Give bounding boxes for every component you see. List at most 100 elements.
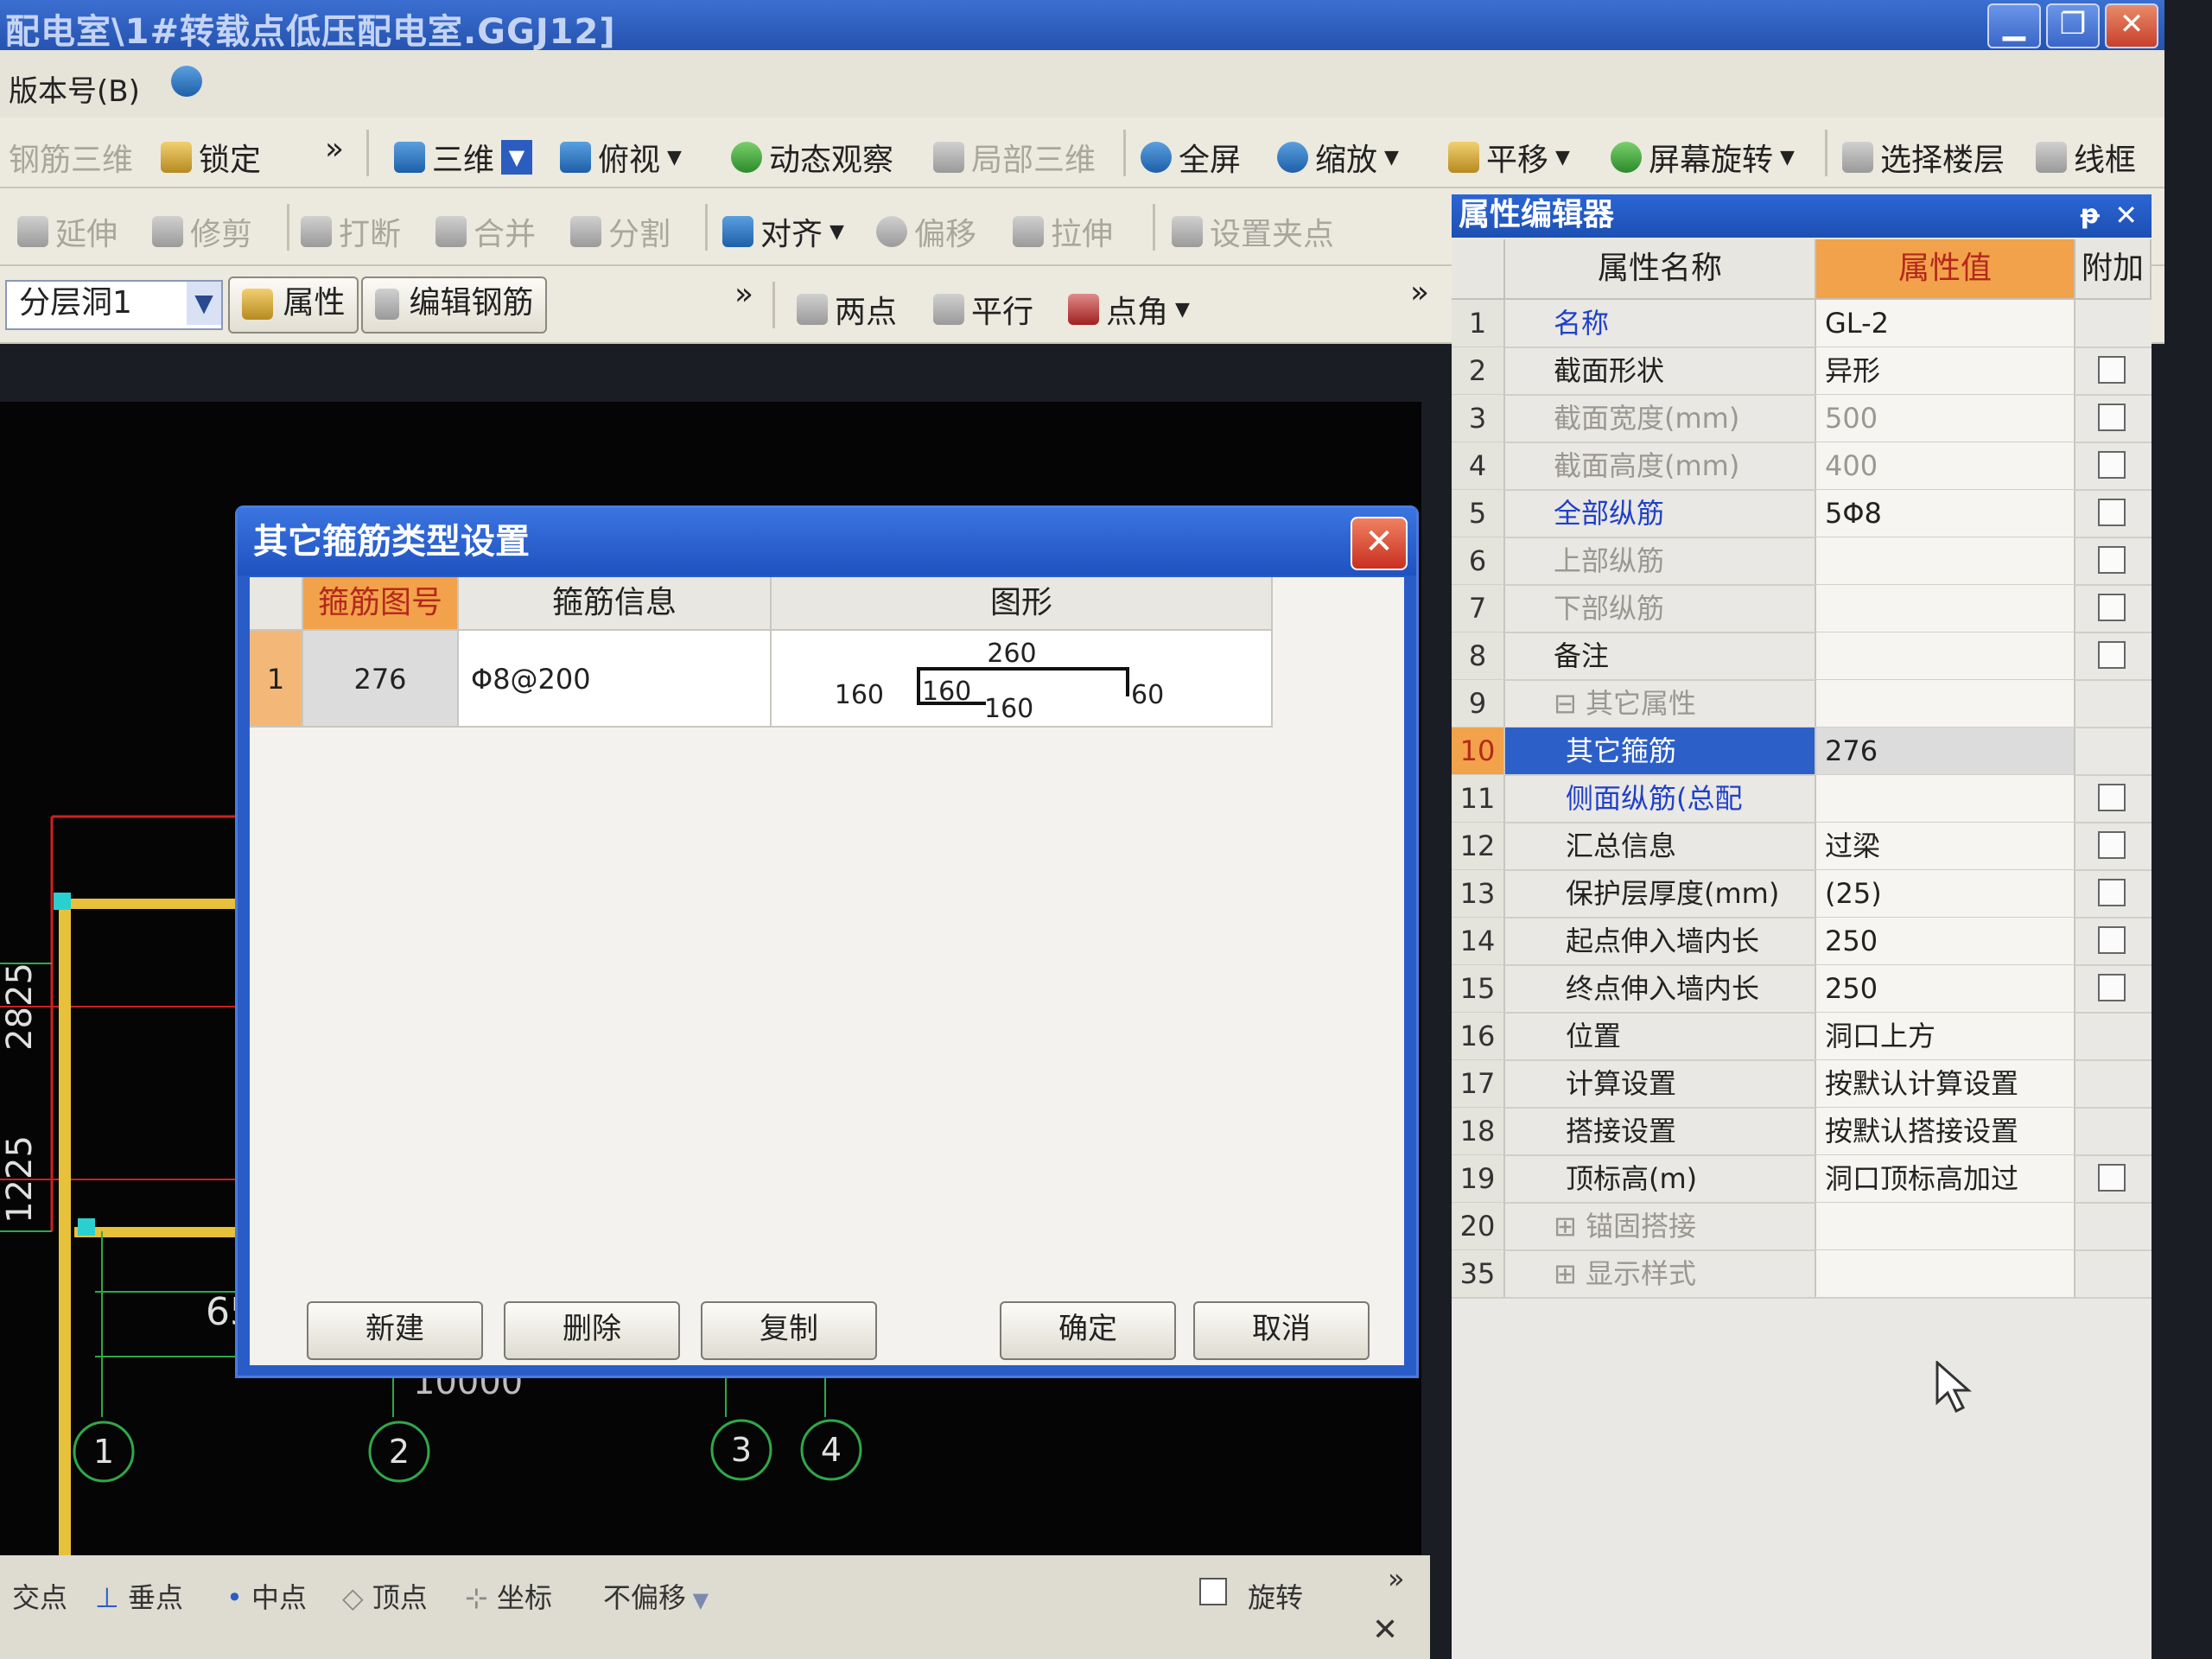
property-row[interactable]: 8 备注 bbox=[1452, 632, 2152, 681]
set-grip-button[interactable]: 设置夹点 bbox=[1172, 209, 1334, 254]
copy-button[interactable]: 复制 bbox=[701, 1301, 877, 1360]
screen-rotate-button[interactable]: 屏幕旋转 ▼ bbox=[1611, 135, 1795, 180]
figure-cell[interactable]: 260 160 160 160 60 bbox=[772, 631, 1273, 728]
property-value[interactable] bbox=[1816, 1203, 2075, 1249]
fullscreen-button[interactable]: 全屏 bbox=[1141, 135, 1241, 180]
toolbar-more[interactable]: » bbox=[1410, 275, 1429, 310]
snap-perpendicular[interactable]: ⊥ 垂点 bbox=[95, 1576, 183, 1616]
property-row[interactable]: 5 全部纵筋 5Φ8 bbox=[1452, 490, 2152, 538]
property-row[interactable]: 10 其它箍筋 276 bbox=[1452, 728, 2152, 776]
layer-combo[interactable]: 分层洞1 ▼ bbox=[5, 280, 223, 330]
split-button[interactable]: 分割 bbox=[570, 209, 671, 254]
property-row[interactable]: 3 截面宽度(mm) 500 bbox=[1452, 395, 2152, 443]
property-row[interactable]: 16 位置 洞口上方 bbox=[1452, 1013, 2152, 1061]
property-value[interactable]: 按默认计算设置 bbox=[1816, 1060, 2075, 1107]
statusbar-more[interactable]: » bbox=[1388, 1562, 1405, 1595]
property-value[interactable]: (25) bbox=[1816, 870, 2075, 917]
property-checkbox[interactable] bbox=[2098, 974, 2126, 1001]
top-view-button[interactable]: 俯视 ▼ bbox=[560, 135, 682, 180]
property-row[interactable]: 19 顶标高(m) 洞口顶标高加过 bbox=[1452, 1155, 2152, 1204]
property-checkbox[interactable] bbox=[2098, 879, 2126, 906]
ok-button[interactable]: 确定 bbox=[1000, 1301, 1176, 1360]
property-row[interactable]: 7 下部纵筋 bbox=[1452, 585, 2152, 633]
property-value[interactable]: 过梁 bbox=[1816, 823, 2075, 869]
property-row[interactable]: 11 侧面纵筋(总配 bbox=[1452, 775, 2152, 823]
select-floor-button[interactable]: 选择楼层 bbox=[1842, 135, 2005, 180]
delete-button[interactable]: 删除 bbox=[504, 1301, 680, 1360]
property-row[interactable]: 1 名称 GL-2 bbox=[1452, 300, 2152, 348]
property-checkbox[interactable] bbox=[2098, 926, 2126, 954]
property-row[interactable]: 9 ⊟ 其它属性 bbox=[1452, 680, 2152, 728]
merge-button[interactable]: 合并 bbox=[435, 209, 536, 254]
property-value[interactable]: 洞口上方 bbox=[1816, 1013, 2075, 1059]
property-checkbox[interactable] bbox=[2098, 356, 2126, 384]
beam[interactable] bbox=[59, 899, 259, 909]
minimize-button[interactable]: ▁ bbox=[1987, 3, 2041, 48]
property-row[interactable]: 6 上部纵筋 bbox=[1452, 537, 2152, 586]
property-checkbox[interactable] bbox=[2098, 831, 2126, 859]
snap-vertex[interactable]: ◇ 顶点 bbox=[342, 1576, 428, 1616]
two-point-button[interactable]: 两点 bbox=[797, 287, 897, 332]
lock-button[interactable]: 锁定 bbox=[161, 135, 261, 180]
property-value[interactable]: 异形 bbox=[1816, 347, 2075, 394]
menu-version[interactable]: 版本号(B) bbox=[9, 67, 140, 110]
chevron-down-icon[interactable]: ▼ bbox=[187, 282, 221, 325]
property-checkbox[interactable] bbox=[2098, 451, 2126, 479]
shape-no-cell[interactable]: 276 bbox=[303, 631, 459, 728]
property-row[interactable]: 35 ⊞ 显示样式 bbox=[1452, 1250, 2152, 1299]
property-value[interactable] bbox=[1816, 680, 2075, 727]
property-row[interactable]: 17 计算设置 按默认计算设置 bbox=[1452, 1060, 2152, 1109]
property-checkbox[interactable] bbox=[2098, 404, 2126, 431]
property-value[interactable]: 按默认搭接设置 bbox=[1816, 1108, 2075, 1154]
property-value[interactable] bbox=[1816, 585, 2075, 632]
rotate-checkbox[interactable] bbox=[1199, 1578, 1227, 1605]
property-value[interactable] bbox=[1816, 632, 2075, 679]
offset-button[interactable]: 偏移 bbox=[876, 209, 976, 254]
toolbar-more[interactable]: » bbox=[734, 276, 753, 312]
snap-midpoint[interactable]: • 中点 bbox=[226, 1576, 307, 1616]
pan-button[interactable]: 平移 ▼ bbox=[1448, 135, 1570, 180]
view-3d-button[interactable]: 三维 ▼ bbox=[394, 135, 533, 180]
property-value[interactable]: 400 bbox=[1816, 442, 2075, 489]
property-checkbox[interactable] bbox=[2098, 784, 2126, 811]
property-row[interactable]: 20 ⊞ 锚固搭接 bbox=[1452, 1203, 2152, 1251]
property-checkbox[interactable] bbox=[2098, 499, 2126, 526]
close-icon[interactable]: ✕ bbox=[1372, 1612, 1398, 1648]
property-value[interactable]: 250 bbox=[1816, 965, 2075, 1012]
offset-mode-combo[interactable]: 不偏移 ▼ bbox=[603, 1576, 709, 1616]
beam[interactable] bbox=[59, 899, 71, 1633]
properties-button[interactable]: 属性 bbox=[228, 276, 359, 334]
property-checkbox[interactable] bbox=[2098, 641, 2126, 669]
edit-rebar-button[interactable]: 编辑钢筋 bbox=[361, 276, 548, 334]
partial-3d-button[interactable]: 局部三维 bbox=[933, 135, 1096, 180]
property-row[interactable]: 15 终点伸入墙内长 250 bbox=[1452, 965, 2152, 1014]
pin-icon[interactable]: ᵽ bbox=[2081, 194, 2100, 236]
property-row[interactable]: 14 起点伸入墙内长 250 bbox=[1452, 918, 2152, 966]
chevron-down-icon[interactable]: ▼ bbox=[501, 140, 533, 175]
property-checkbox[interactable] bbox=[2098, 594, 2126, 621]
property-value[interactable]: 500 bbox=[1816, 395, 2075, 442]
wireframe-button[interactable]: 线框 bbox=[2036, 135, 2136, 180]
align-button[interactable]: 对齐 ▼ bbox=[722, 209, 844, 254]
close-icon[interactable]: ✕ bbox=[2114, 194, 2138, 236]
property-value[interactable]: 276 bbox=[1816, 728, 2075, 774]
dynamic-observe-button[interactable]: 动态观察 bbox=[731, 135, 893, 180]
property-row[interactable]: 13 保护层厚度(mm) (25) bbox=[1452, 870, 2152, 918]
zoom-button[interactable]: 缩放 ▼ bbox=[1277, 135, 1399, 180]
stirrup-info-cell[interactable]: Φ8@200 bbox=[459, 631, 772, 728]
property-value[interactable]: 5Φ8 bbox=[1816, 490, 2075, 537]
snap-intersection[interactable]: 交点 bbox=[12, 1576, 67, 1616]
property-value[interactable] bbox=[1816, 775, 2075, 822]
new-button[interactable]: 新建 bbox=[307, 1301, 483, 1360]
rebar-3d-button[interactable]: 钢筋三维 bbox=[9, 135, 133, 180]
property-row[interactable]: 2 截面形状 异形 bbox=[1452, 347, 2152, 396]
property-checkbox[interactable] bbox=[2098, 1164, 2126, 1192]
property-row[interactable]: 4 截面高度(mm) 400 bbox=[1452, 442, 2152, 491]
property-row[interactable]: 12 汇总信息 过梁 bbox=[1452, 823, 2152, 871]
extend-button[interactable]: 延伸 bbox=[17, 209, 118, 254]
toolbar-more[interactable]: » bbox=[325, 131, 344, 167]
point-angle-button[interactable]: 点角 ▼ bbox=[1068, 287, 1190, 332]
parallel-button[interactable]: 平行 bbox=[933, 287, 1033, 332]
property-checkbox[interactable] bbox=[2098, 546, 2126, 574]
property-value[interactable]: 250 bbox=[1816, 918, 2075, 964]
